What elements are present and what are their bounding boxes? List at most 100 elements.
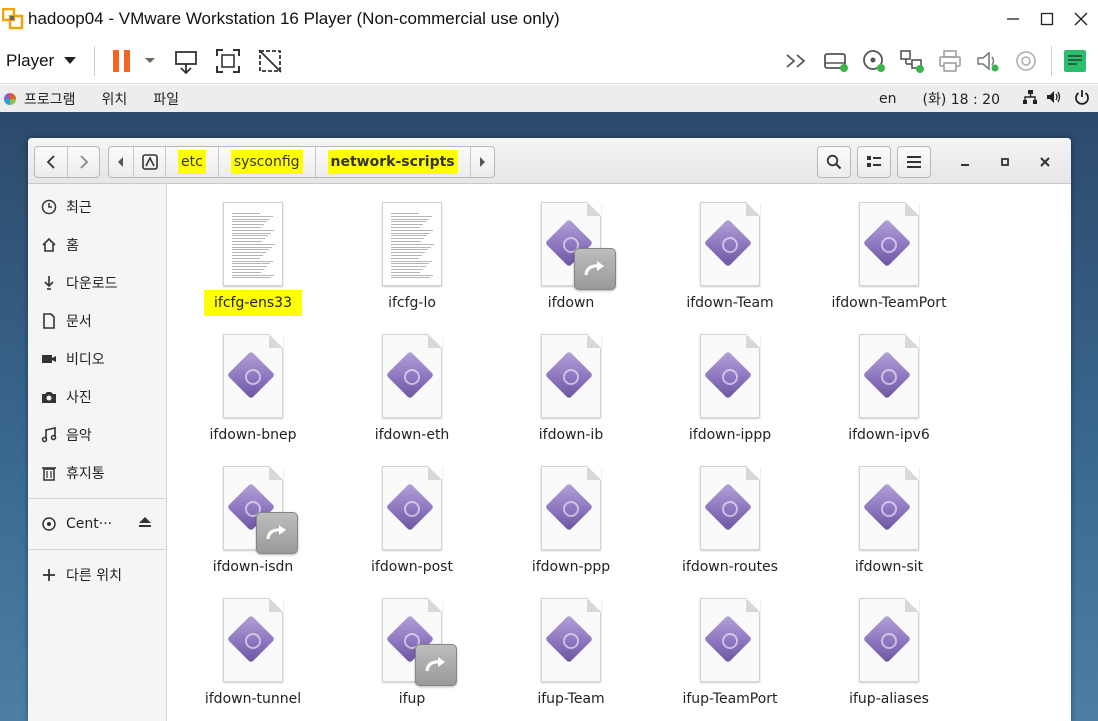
sidebar-item-pictures[interactable]: 사진 [28,378,166,416]
usb-device-icon[interactable] [1011,46,1041,76]
path-scroll-right-button[interactable] [469,147,494,177]
file-name: ifdown-tunnel [178,691,328,707]
file-name: ifdown-isdn [178,559,328,575]
eject-icon[interactable] [138,516,152,532]
power-icon[interactable] [1074,89,1090,109]
sidebar-item-home[interactable]: 홈 [28,226,166,264]
close-button[interactable] [1064,0,1098,38]
file-item[interactable]: ifdown-bnep [178,316,328,446]
file-name: ifdown [496,295,646,311]
clock[interactable]: (화) 18 : 20 [922,89,1000,109]
file-name: ifcfg-lo [337,295,487,311]
file-item[interactable]: ifdown-tunnel [178,580,328,710]
sidebar-item-recent[interactable]: 최근 [28,188,166,226]
minimize-button[interactable] [996,0,1030,38]
maximize-button[interactable] [1030,0,1064,38]
sidebar-item-music[interactable]: 음악 [28,416,166,454]
network-status-icon[interactable] [1022,89,1038,109]
vm-toolbar: Player [0,38,1098,84]
places-menu[interactable]: 위치 [102,89,128,109]
window-title: hadoop04 - VMware Workstation 16 Player … [28,9,560,28]
unity-mode-icon[interactable] [255,46,285,76]
player-menu[interactable]: Player [6,51,77,71]
menu-button[interactable] [897,146,931,178]
file-item[interactable]: ifup-TeamPort [655,580,805,710]
forward-button[interactable] [67,147,99,177]
sound-card-icon[interactable] [973,46,1003,76]
symlink-arrow-icon [574,248,616,290]
plus-icon [40,566,58,584]
file-item[interactable]: ifdown-ppp [496,448,646,578]
sidebar-item-label: 다른 위치 [66,568,122,584]
hard-disk-icon[interactable] [821,46,851,76]
file-item[interactable]: ifdown-ipv6 [814,316,964,446]
gnome-top-bar: 프로그램 위치 파일 en (화) 18 : 20 [0,85,1098,112]
network-adapter-icon[interactable] [897,46,927,76]
file-item[interactable]: ifcfg-lo [337,184,487,314]
file-item[interactable]: ifdown-isdn [178,448,328,578]
file-name-label: ifdown-TeamPort [831,295,947,311]
file-item[interactable]: ifup [337,580,487,710]
search-icon [826,154,842,170]
file-name-label: ifdown-routes [682,559,778,575]
file-item[interactable]: ifcfg-ens33 [178,184,328,316]
file-name: ifcfg-ens33 [178,290,328,316]
pause-button[interactable] [107,46,137,76]
fullscreen-icon[interactable] [213,46,243,76]
sidebar-item-downloads[interactable]: 다운로드 [28,264,166,302]
volume-icon[interactable] [1046,89,1062,109]
toolbar-divider [1051,46,1052,76]
file-grid: ifcfg-ens33 ifcfg-lo ifdown ifdown-Team ifdo… [167,184,1071,721]
sidebar-item-documents[interactable]: 문서 [28,302,166,340]
view-mode-button[interactable] [857,146,891,178]
file-name-label: ifdown-tunnel [204,691,302,707]
file-item[interactable]: ifdown-ib [496,316,646,446]
search-button[interactable] [817,146,851,178]
script-file-icon [541,466,601,550]
download-icon [40,274,58,292]
path-segment-etc[interactable]: etc [165,147,218,177]
path-segment-label: etc [178,150,206,174]
cd-dvd-icon[interactable] [859,46,889,76]
window-close-button[interactable] [1025,146,1065,178]
power-options-dropdown[interactable] [141,46,159,76]
file-item[interactable]: ifdown-routes [655,448,805,578]
file-item[interactable]: ifdown-sit [814,448,964,578]
header-bar: etc sysconfig network-scripts [28,138,1071,184]
file-item[interactable]: ifdown [496,184,646,314]
camera-icon [40,388,58,406]
more-devices-icon[interactable] [783,46,813,76]
home-icon [40,236,58,254]
file-name: ifdown-sit [814,559,964,575]
notes-icon[interactable] [1060,46,1090,76]
script-file-icon [700,598,760,682]
window-maximize-button[interactable] [985,146,1025,178]
file-item[interactable]: ifdown-Team [655,184,805,314]
file-name-label: ifdown-ipv6 [848,427,930,443]
file-item[interactable]: ifdown-eth [337,316,487,446]
path-segment-sysconfig[interactable]: sysconfig [217,147,315,177]
file-name-label: ifdown-eth [374,427,450,443]
video-icon [40,350,58,368]
file-item[interactable]: ifup-aliases [814,580,964,710]
file-item[interactable]: ifup-Team [496,580,646,710]
applications-menu[interactable]: 프로그램 [24,89,76,109]
back-button[interactable] [35,147,67,177]
music-icon [40,426,58,444]
printer-icon[interactable] [935,46,965,76]
window-minimize-button[interactable] [945,146,985,178]
sidebar-item-videos[interactable]: 비디오 [28,340,166,378]
sidebar-item-device[interactable]: Cent··· [28,505,166,543]
file-item[interactable]: ifdown-ippp [655,316,805,446]
file-name-label: ifdown [547,295,595,311]
file-item[interactable]: ifdown-post [337,448,487,578]
input-language-indicator[interactable]: en [879,91,897,107]
sidebar-item-trash[interactable]: 휴지통 [28,454,166,492]
path-root-button[interactable] [133,147,165,177]
path-scroll-left-button[interactable] [109,147,133,177]
file-item[interactable]: ifdown-TeamPort [814,184,964,314]
send-ctrl-alt-del-icon[interactable] [171,46,201,76]
sidebar-item-other-locations[interactable]: 다른 위치 [28,556,166,594]
files-menu[interactable]: 파일 [153,89,179,109]
path-segment-network-scripts[interactable]: network-scripts [314,147,470,177]
